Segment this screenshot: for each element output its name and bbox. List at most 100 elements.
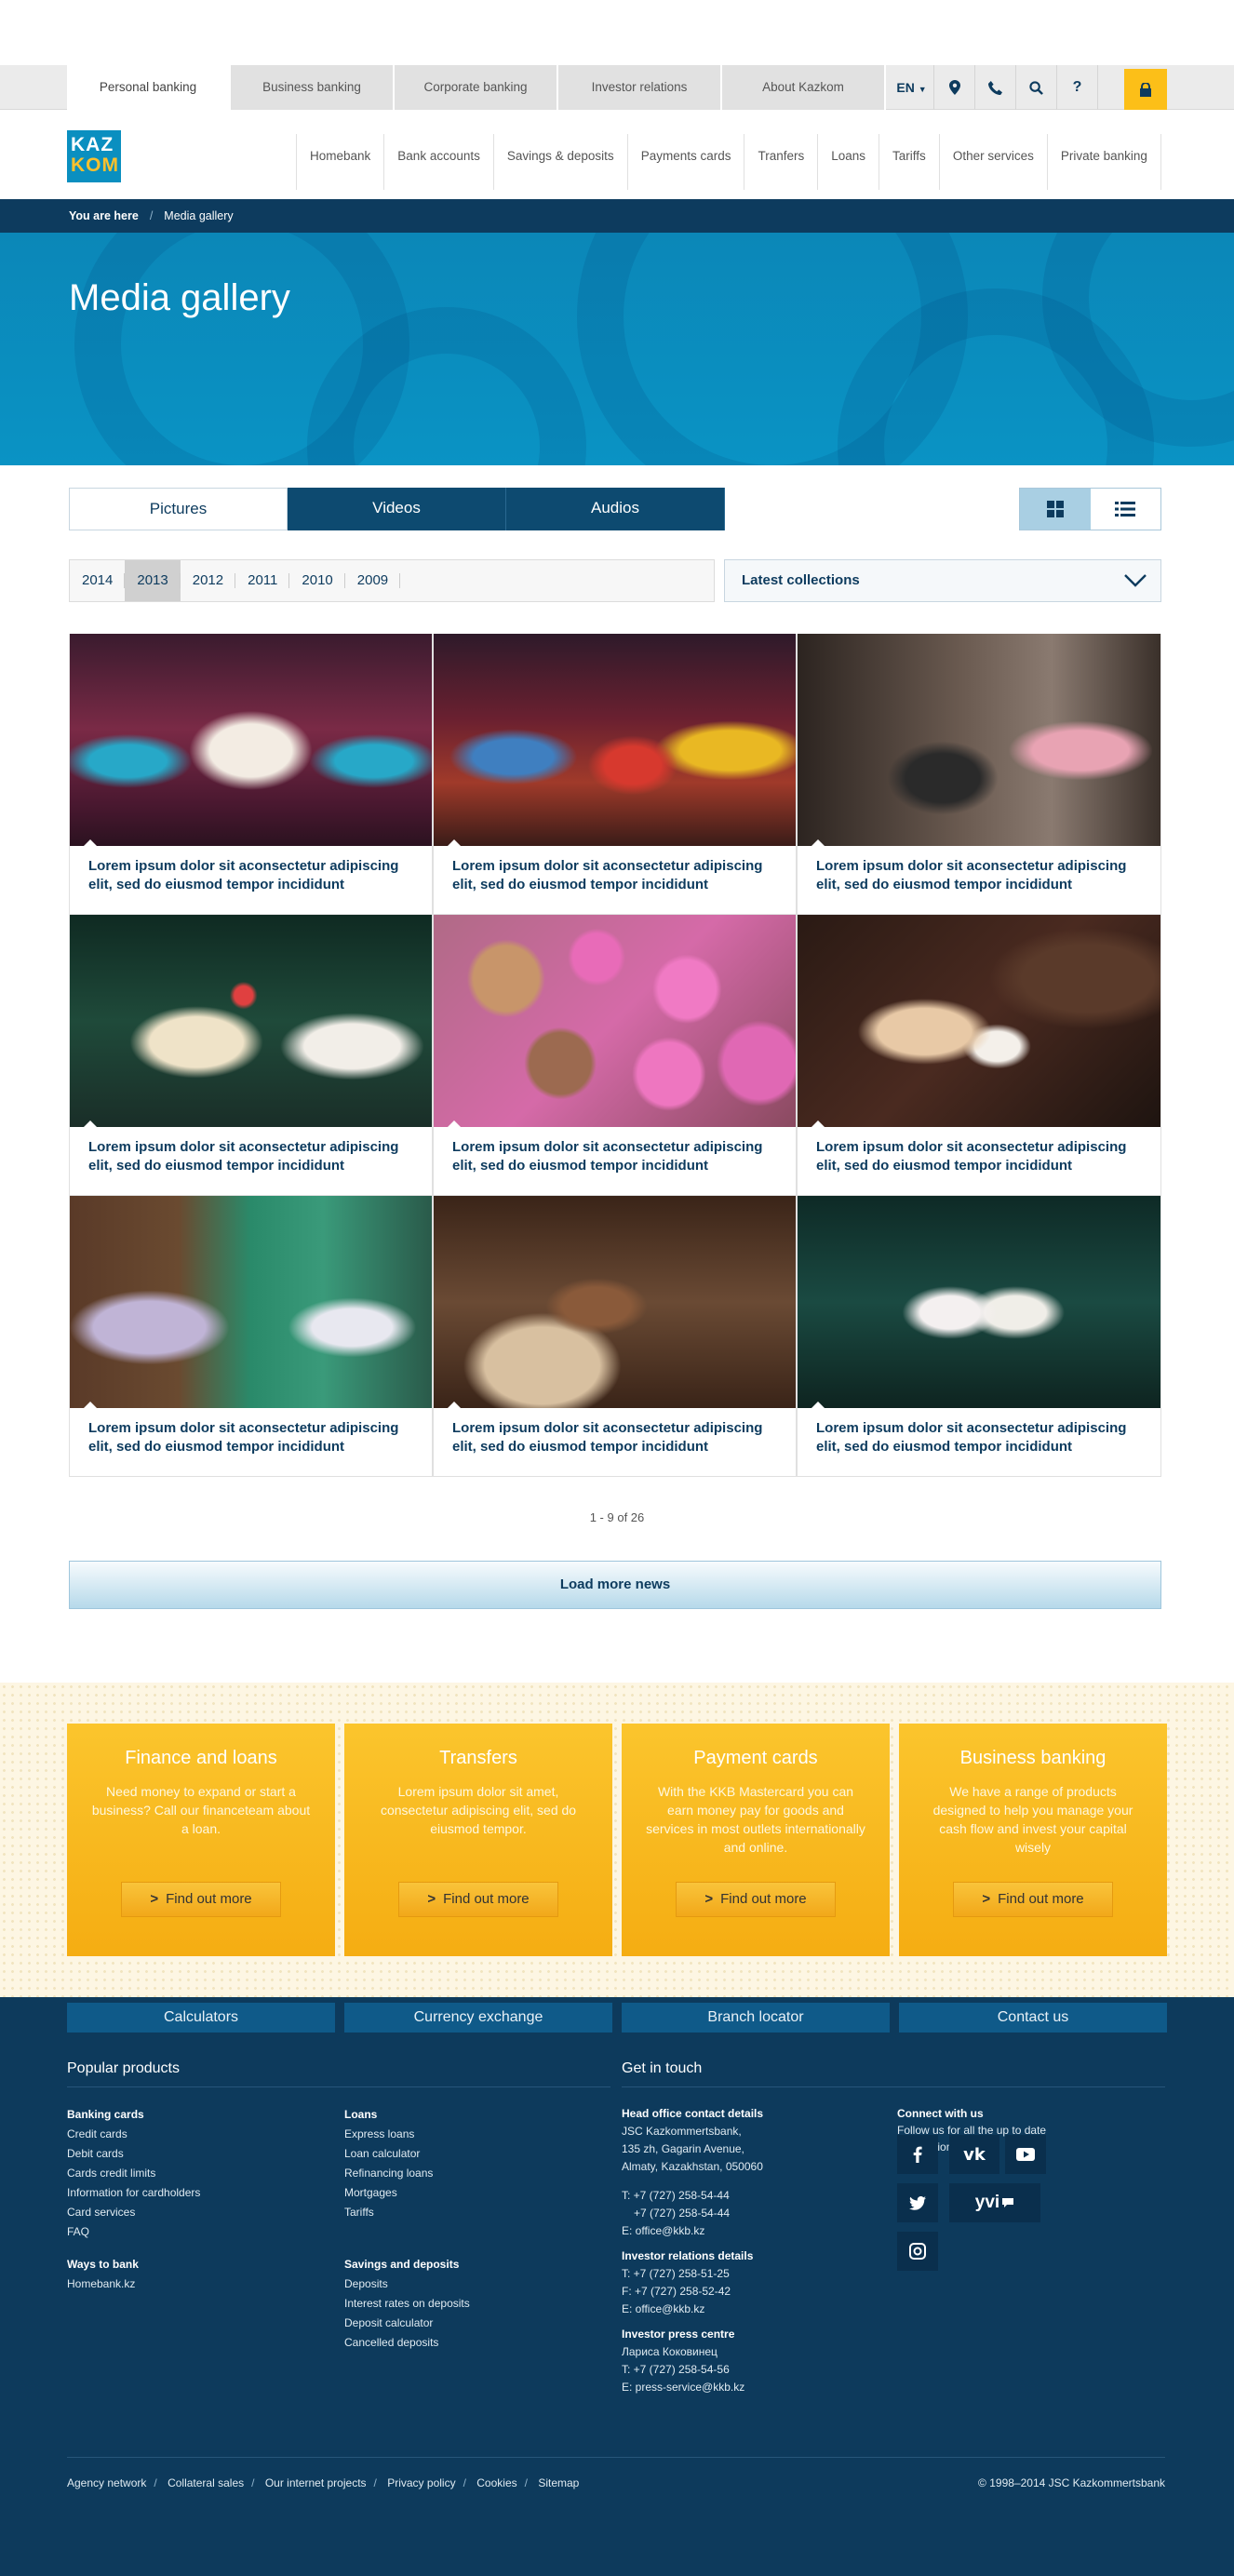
footer-link[interactable]: Homebank.kz bbox=[67, 2274, 200, 2294]
gallery-photo bbox=[434, 915, 796, 1127]
footer-link[interactable]: Deposit calculator bbox=[344, 2314, 470, 2333]
find-out-more-button[interactable]: > Find out more bbox=[398, 1882, 558, 1917]
tab-pictures[interactable]: Pictures bbox=[69, 488, 288, 530]
gallery-photo bbox=[434, 634, 796, 846]
nav-other-services[interactable]: Other services bbox=[938, 134, 1047, 190]
segment-investor-relations[interactable]: Investor relations bbox=[558, 65, 722, 110]
footer-link[interactable]: Information for cardholders bbox=[67, 2183, 200, 2203]
gallery-card[interactable]: Lorem ipsum dolor sit aconsectetur adipi… bbox=[797, 1196, 1161, 1477]
language-selector[interactable]: EN ▼ bbox=[890, 65, 934, 110]
footer-link[interactable]: Card services bbox=[67, 2203, 200, 2222]
location-icon[interactable] bbox=[934, 65, 975, 110]
agency-network-link[interactable]: Agency network bbox=[67, 2476, 146, 2489]
twitter-icon[interactable] bbox=[897, 2183, 938, 2222]
year-2011[interactable]: 2011 bbox=[235, 560, 290, 601]
email-link[interactable]: E: office@kkb.kz bbox=[622, 2222, 763, 2240]
segment-personal-banking[interactable]: Personal banking bbox=[67, 65, 231, 110]
footer-link[interactable]: Cards credit limits bbox=[67, 2164, 200, 2183]
tab-videos[interactable]: Videos bbox=[288, 488, 506, 530]
gallery-card[interactable]: Lorem ipsum dolor sit aconsectetur adipi… bbox=[433, 1196, 797, 1477]
year-2013[interactable]: 2013 bbox=[125, 560, 181, 601]
kazkom-logo[interactable]: KAZ KOM bbox=[67, 130, 121, 182]
nav-tariffs[interactable]: Tariffs bbox=[879, 134, 939, 190]
segment-about-kazkom[interactable]: About Kazkom bbox=[722, 65, 886, 110]
grid-view-icon[interactable] bbox=[1020, 489, 1091, 530]
gallery-photo bbox=[798, 1196, 1160, 1408]
footer-link[interactable]: Mortgages bbox=[344, 2183, 470, 2203]
cookies-link[interactable]: Cookies bbox=[476, 2476, 516, 2489]
nav-private-banking[interactable]: Private banking bbox=[1046, 134, 1161, 190]
gallery-card[interactable]: Lorem ipsum dolor sit aconsectetur adipi… bbox=[797, 634, 1161, 915]
contact-us-button[interactable]: Contact us bbox=[899, 2003, 1167, 2033]
nav-homebank[interactable]: Homebank bbox=[296, 134, 383, 190]
gallery-caption: Lorem ipsum dolor sit aconsectetur adipi… bbox=[816, 858, 1127, 892]
press-centre-title: Investor press centre bbox=[622, 2328, 735, 2341]
year-2009[interactable]: 2009 bbox=[345, 560, 401, 601]
yvi-icon[interactable]: yvi bbox=[949, 2183, 1040, 2222]
footer-link[interactable]: Cancelled deposits bbox=[344, 2333, 470, 2353]
nav-payments-cards[interactable]: Payments cards bbox=[626, 134, 744, 190]
gallery-card[interactable]: Lorem ipsum dolor sit aconsectetur adipi… bbox=[69, 915, 433, 1196]
branch-locator-button[interactable]: Branch locator bbox=[622, 2003, 890, 2033]
search-icon[interactable] bbox=[1016, 65, 1057, 110]
connect-title: Connect with us bbox=[897, 2107, 984, 2120]
instagram-icon[interactable] bbox=[897, 2232, 938, 2271]
gallery-card[interactable]: Lorem ipsum dolor sit aconsectetur adipi… bbox=[797, 915, 1161, 1196]
gallery-card[interactable]: Lorem ipsum dolor sit aconsectetur adipi… bbox=[433, 915, 797, 1196]
chevron-right-icon: > bbox=[427, 1891, 436, 1907]
phone-line: T: +7 (727) 258-51-25 bbox=[622, 2267, 730, 2280]
copyright: © 1998–2014 JSC Kazkommertsbank bbox=[978, 2476, 1165, 2489]
help-icon[interactable]: ? bbox=[1057, 65, 1098, 110]
list-view-icon[interactable] bbox=[1090, 489, 1160, 530]
find-out-more-button[interactable]: > Find out more bbox=[676, 1882, 836, 1917]
year-2012[interactable]: 2012 bbox=[181, 560, 236, 601]
gallery-card[interactable]: Lorem ipsum dolor sit aconsectetur adipi… bbox=[69, 1196, 433, 1477]
email-link[interactable]: E: office@kkb.kz bbox=[622, 2301, 763, 2318]
facebook-icon[interactable] bbox=[897, 2135, 938, 2174]
year-2010[interactable]: 2010 bbox=[289, 560, 346, 601]
nav-loans[interactable]: Loans bbox=[817, 134, 879, 190]
nav-savings-deposits[interactable]: Savings & deposits bbox=[492, 134, 627, 190]
promo-card-finance: Finance and loans Need money to expand o… bbox=[67, 1724, 335, 1956]
segment-business-banking[interactable]: Business banking bbox=[231, 65, 395, 110]
footer-link[interactable]: Deposits bbox=[344, 2274, 470, 2294]
top-segment-bar: Personal banking Business banking Corpor… bbox=[0, 65, 1234, 110]
gallery-caption: Lorem ipsum dolor sit aconsectetur adipi… bbox=[452, 858, 763, 892]
segment-corporate-banking[interactable]: Corporate banking bbox=[395, 65, 558, 110]
footer-link[interactable]: Tariffs bbox=[344, 2203, 470, 2222]
privacy-policy-link[interactable]: Privacy policy bbox=[387, 2476, 455, 2489]
phone-icon[interactable] bbox=[975, 65, 1016, 110]
footer-link[interactable]: Loan calculator bbox=[344, 2144, 470, 2164]
calculators-button[interactable]: Calculators bbox=[67, 2003, 335, 2033]
gallery-card[interactable]: Lorem ipsum dolor sit aconsectetur adipi… bbox=[433, 634, 797, 915]
footer-link[interactable]: Express loans bbox=[344, 2125, 470, 2144]
collections-select[interactable]: Latest collections bbox=[724, 559, 1161, 602]
year-2014[interactable]: 2014 bbox=[70, 560, 126, 601]
youtube-icon[interactable] bbox=[1005, 2135, 1046, 2174]
footer-link[interactable]: Interest rates on deposits bbox=[344, 2294, 470, 2314]
caret-down-icon: ▼ bbox=[918, 85, 927, 94]
footer-link[interactable]: Credit cards bbox=[67, 2125, 200, 2144]
footer-link[interactable]: FAQ bbox=[67, 2222, 200, 2242]
sitemap-link[interactable]: Sitemap bbox=[538, 2476, 579, 2489]
load-more-button[interactable]: Load more news bbox=[69, 1561, 1161, 1609]
gallery-card[interactable]: Lorem ipsum dolor sit aconsectetur adipi… bbox=[69, 634, 433, 915]
head-office-title: Head office contact details bbox=[622, 2107, 764, 2120]
collections-select-value: Latest collections bbox=[742, 572, 860, 588]
nav-bank-accounts[interactable]: Bank accounts bbox=[383, 134, 493, 190]
find-out-more-button[interactable]: > Find out more bbox=[121, 1882, 281, 1917]
footer-quick-links: Calculators Currency exchange Branch loc… bbox=[67, 2003, 1167, 2033]
collateral-sales-link[interactable]: Collateral sales bbox=[168, 2476, 244, 2489]
tab-audios[interactable]: Audios bbox=[506, 488, 725, 530]
savings-title: Savings and deposits bbox=[344, 2258, 460, 2271]
footer-link[interactable]: Debit cards bbox=[67, 2144, 200, 2164]
internet-projects-link[interactable]: Our internet projects bbox=[265, 2476, 367, 2489]
vk-icon[interactable]: vk bbox=[949, 2135, 999, 2174]
email-link[interactable]: E: press-service@kkb.kz bbox=[622, 2379, 763, 2396]
lock-icon[interactable] bbox=[1124, 69, 1167, 110]
footer-link[interactable]: Refinancing loans bbox=[344, 2164, 470, 2183]
currency-exchange-button[interactable]: Currency exchange bbox=[344, 2003, 612, 2033]
find-out-more-button[interactable]: > Find out more bbox=[953, 1882, 1113, 1917]
main-nav: Homebank Bank accounts Savings & deposit… bbox=[296, 128, 1161, 190]
nav-transfers[interactable]: Tranfers bbox=[744, 134, 817, 190]
